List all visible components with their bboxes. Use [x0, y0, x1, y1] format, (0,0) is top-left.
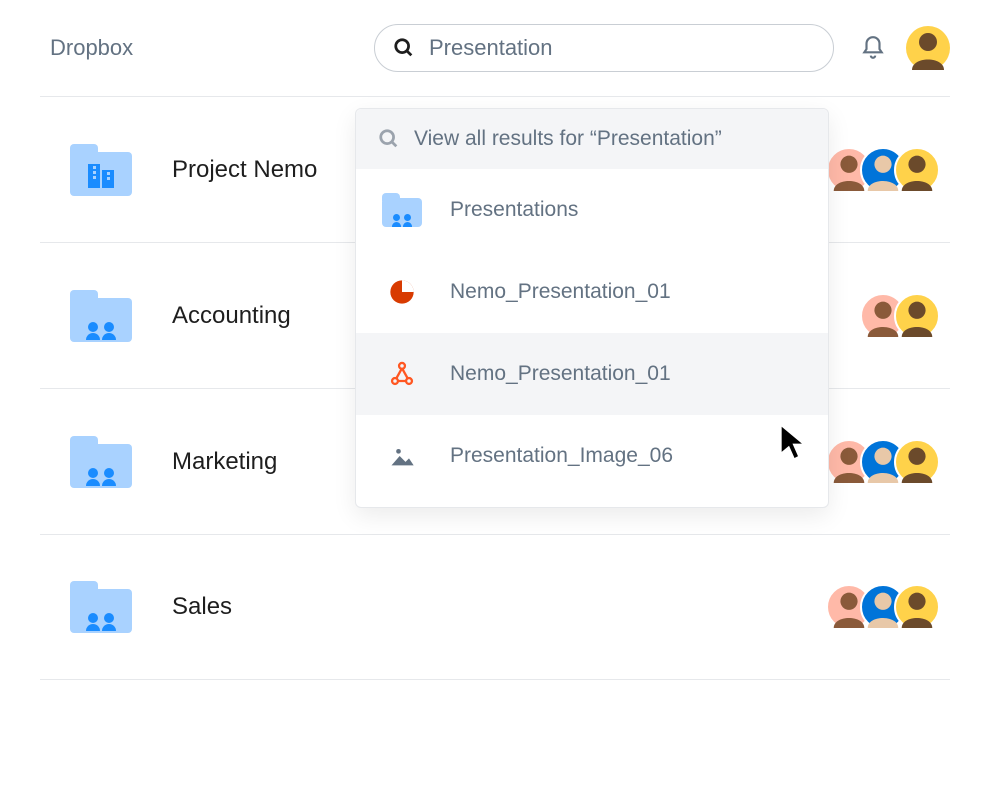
search-result-label: Presentations — [450, 198, 578, 222]
shared-avatars[interactable] — [826, 584, 940, 630]
search-input[interactable] — [427, 34, 815, 62]
search-icon — [393, 37, 415, 59]
app-title: Dropbox — [50, 35, 350, 61]
search-result-item[interactable]: Nemo_Presentation_01 — [356, 251, 828, 333]
search-container — [374, 24, 834, 72]
search-results-header[interactable]: View all results for “Presentation” — [356, 109, 828, 169]
folder-icon — [70, 581, 132, 633]
avatar — [894, 584, 940, 630]
search-results-header-text: View all results for “Presentation” — [414, 127, 722, 151]
header: Dropbox — [0, 0, 990, 96]
shared-avatars[interactable] — [826, 439, 940, 485]
search-result-label: Nemo_Presentation_01 — [450, 362, 671, 386]
search-results-dropdown: View all results for “Presentation” Pres… — [355, 108, 829, 508]
pdf-icon — [382, 354, 422, 394]
folder-icon — [70, 290, 132, 342]
search-result-item[interactable]: Presentations — [356, 169, 828, 251]
shared-avatars[interactable] — [860, 293, 940, 339]
search-icon — [378, 128, 400, 150]
search-result-item[interactable]: Nemo_Presentation_01 — [356, 333, 828, 415]
cursor-icon — [778, 422, 810, 467]
notifications-icon[interactable] — [860, 35, 886, 61]
search-bar[interactable] — [374, 24, 834, 72]
folder-row[interactable]: Sales — [40, 534, 950, 680]
user-avatar[interactable] — [906, 26, 950, 70]
image-icon — [382, 436, 422, 476]
shared-avatars[interactable] — [826, 147, 940, 193]
folder-icon — [382, 190, 422, 230]
powerpoint-icon — [382, 272, 422, 312]
folder-icon — [70, 436, 132, 488]
search-result-item[interactable]: Presentation_Image_06 — [356, 415, 828, 497]
header-right — [860, 26, 950, 70]
avatar — [894, 439, 940, 485]
folder-icon — [70, 144, 132, 196]
avatar — [894, 147, 940, 193]
avatar — [894, 293, 940, 339]
folder-label: Sales — [172, 593, 786, 621]
search-result-label: Nemo_Presentation_01 — [450, 280, 671, 304]
search-result-label: Presentation_Image_06 — [450, 444, 673, 468]
